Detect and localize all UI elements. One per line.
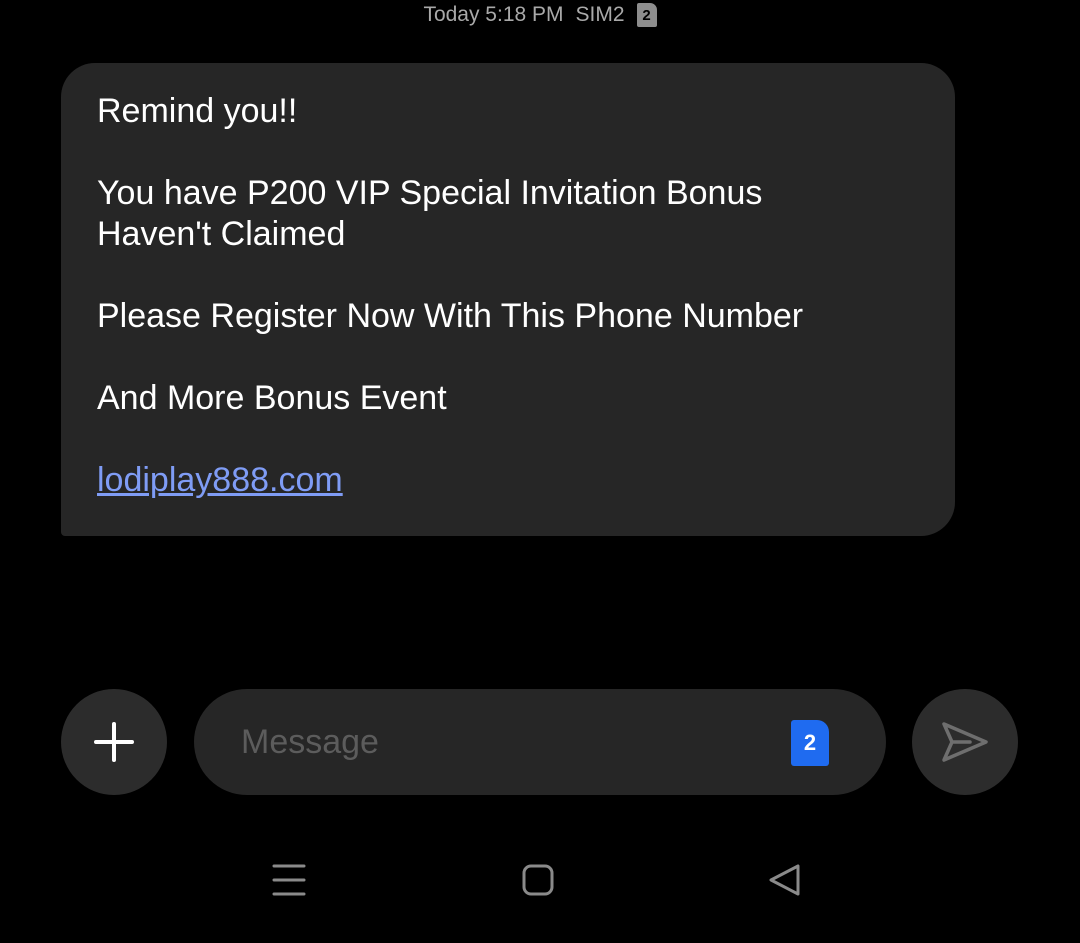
home-icon <box>522 864 554 896</box>
message-link[interactable]: lodiplay888.com <box>97 461 343 499</box>
nav-menu-button[interactable] <box>259 853 319 907</box>
message-timestamp: Today 5:18 PM <box>423 3 564 26</box>
nav-home-button[interactable] <box>508 853 568 907</box>
sim-card-icon: 2 <box>636 3 657 27</box>
back-icon <box>769 864 800 896</box>
plus-icon <box>94 722 134 762</box>
sim-label: SIM2 <box>575 3 625 26</box>
send-button[interactable] <box>912 689 1018 795</box>
add-attachment-button[interactable] <box>61 689 167 795</box>
message-line: Remind you!! <box>97 92 298 130</box>
nav-back-button[interactable] <box>755 853 815 907</box>
message-timestamp-row: Today 5:18 PM SIM2 2 <box>0 0 1080 30</box>
send-icon <box>942 722 988 762</box>
message-line: Haven't Claimed <box>97 215 346 253</box>
incoming-message-bubble[interactable]: Remind you!! You have P200 VIP Special I… <box>61 63 955 536</box>
sim-selector-icon[interactable]: 2 <box>791 720 829 766</box>
message-line: Please Register Now With This Phone Numb… <box>97 297 804 335</box>
message-input[interactable] <box>241 722 761 762</box>
menu-icon <box>272 864 306 896</box>
message-compose-box[interactable]: 2 <box>194 689 886 795</box>
message-line: You have P200 VIP Special Invitation Bon… <box>97 174 763 212</box>
message-line: And More Bonus Event <box>97 379 447 417</box>
